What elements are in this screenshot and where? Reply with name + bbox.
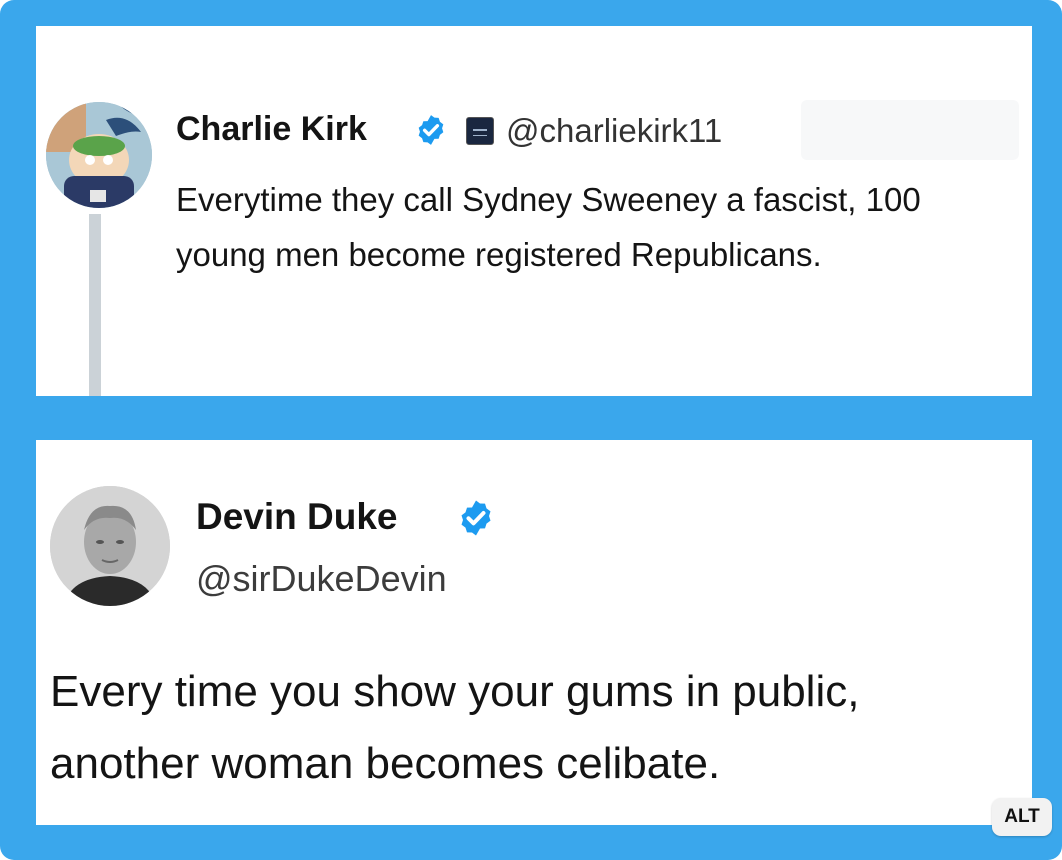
author-name[interactable]: Charlie Kirk	[176, 110, 367, 149]
verified-badge-icon	[418, 115, 444, 145]
verified-badge-icon	[461, 500, 491, 536]
affiliation-logo-icon	[466, 117, 494, 145]
avatar[interactable]	[50, 486, 170, 606]
tweet-card-charlie-kirk: Charlie Kirk @charliekirk11 Everytime th…	[36, 26, 1032, 396]
tweet-text: Everytime they call Sydney Sweeney a fas…	[176, 181, 921, 273]
profile-photo-avatar-icon	[50, 486, 170, 606]
redacted-area	[801, 100, 1019, 160]
author-handle[interactable]: @sirDukeDevin	[196, 558, 447, 600]
thread-line	[89, 214, 101, 396]
author-name[interactable]: Devin Duke	[196, 496, 398, 538]
author-handle[interactable]: @charliekirk11	[506, 112, 722, 150]
cartoon-avatar-icon	[46, 102, 152, 208]
image-frame: Charlie Kirk @charliekirk11 Everytime th…	[0, 0, 1062, 860]
alt-text-button[interactable]: ALT	[992, 798, 1052, 836]
avatar[interactable]	[46, 102, 152, 208]
tweet-card-devin-duke: Devin Duke @sirDukeDevin Every time you …	[36, 440, 1032, 825]
tweet-text: Every time you show your gums in public,…	[50, 667, 860, 788]
